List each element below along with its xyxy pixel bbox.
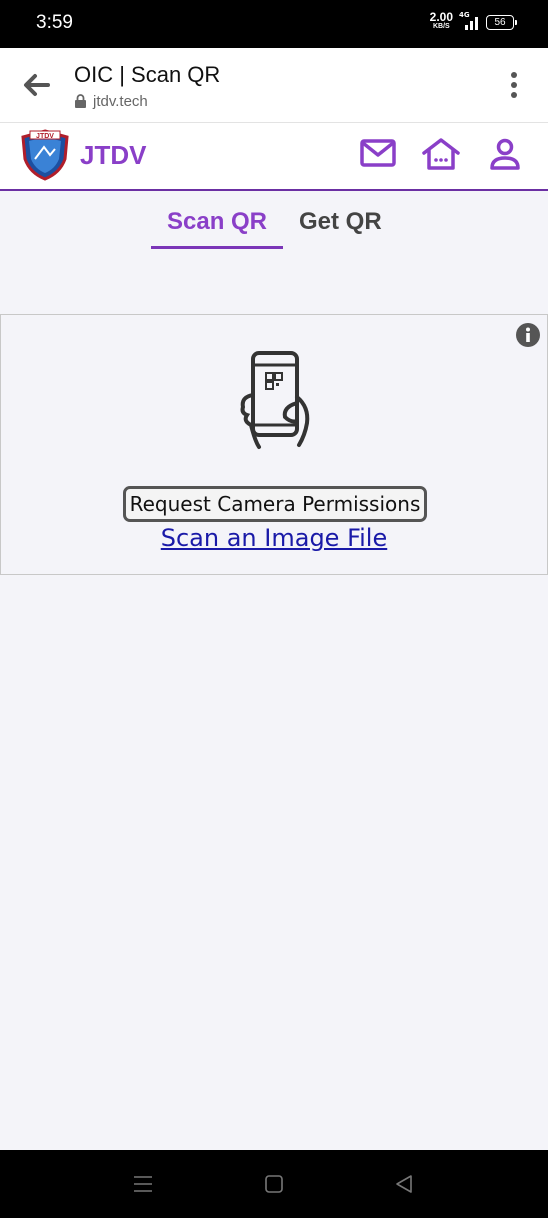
scan-image-file-link[interactable]: Scan an Image File (1, 524, 547, 552)
tab-scan-qr[interactable]: Scan QR (151, 208, 283, 249)
browser-toolbar: OIC | Scan QR jtdv.tech (0, 48, 548, 123)
url-text: jtdv.tech (93, 93, 148, 110)
network-speed-value: 2.00 (429, 10, 453, 24)
battery-icon: 56 (486, 14, 517, 30)
status-indicators: 2.00 KB/S 4G 56 (429, 10, 517, 31)
jtdv-logo[interactable]: JTDV (20, 129, 70, 181)
qr-tabs: Scan QR Get QR (0, 208, 548, 250)
menu-icon[interactable] (133, 1174, 153, 1194)
url-bar[interactable]: jtdv.tech (74, 93, 148, 110)
network-type: 4G (459, 11, 470, 19)
page-title: OIC | Scan QR (74, 62, 221, 87)
lock-icon (75, 94, 86, 108)
back-triangle-icon[interactable] (394, 1174, 414, 1194)
more-options-button[interactable] (506, 70, 522, 100)
home-square-icon[interactable] (264, 1174, 284, 1194)
logo-text: JTDV (36, 133, 54, 140)
network-speed-unit: KB/S (432, 23, 450, 30)
request-camera-permissions-button[interactable]: Request Camera Permissions (123, 486, 427, 522)
brand-name[interactable]: JTDV (80, 140, 146, 171)
qr-scanner-panel: Request Camera Permissions Scan an Image… (0, 314, 548, 575)
network-speed: 2.00 KB/S (429, 10, 453, 31)
info-icon[interactable] (515, 322, 541, 348)
more-vert-icon (511, 72, 517, 98)
user-icon[interactable] (489, 137, 521, 171)
signal-icon: 4G (459, 11, 478, 30)
back-arrow-icon (24, 74, 50, 96)
site-header: JTDV JTDV (0, 123, 548, 191)
status-bar: 3:59 2.00 KB/S 4G 56 (0, 0, 548, 48)
system-nav-bar (0, 1150, 548, 1218)
mail-icon[interactable] (359, 137, 397, 169)
battery-level: 56 (494, 16, 506, 28)
status-time: 3:59 (36, 12, 73, 33)
phone-qr-icon (240, 351, 310, 449)
home-icon[interactable] (421, 137, 461, 171)
tab-get-qr[interactable]: Get QR (299, 208, 382, 236)
back-button[interactable] (20, 70, 54, 100)
